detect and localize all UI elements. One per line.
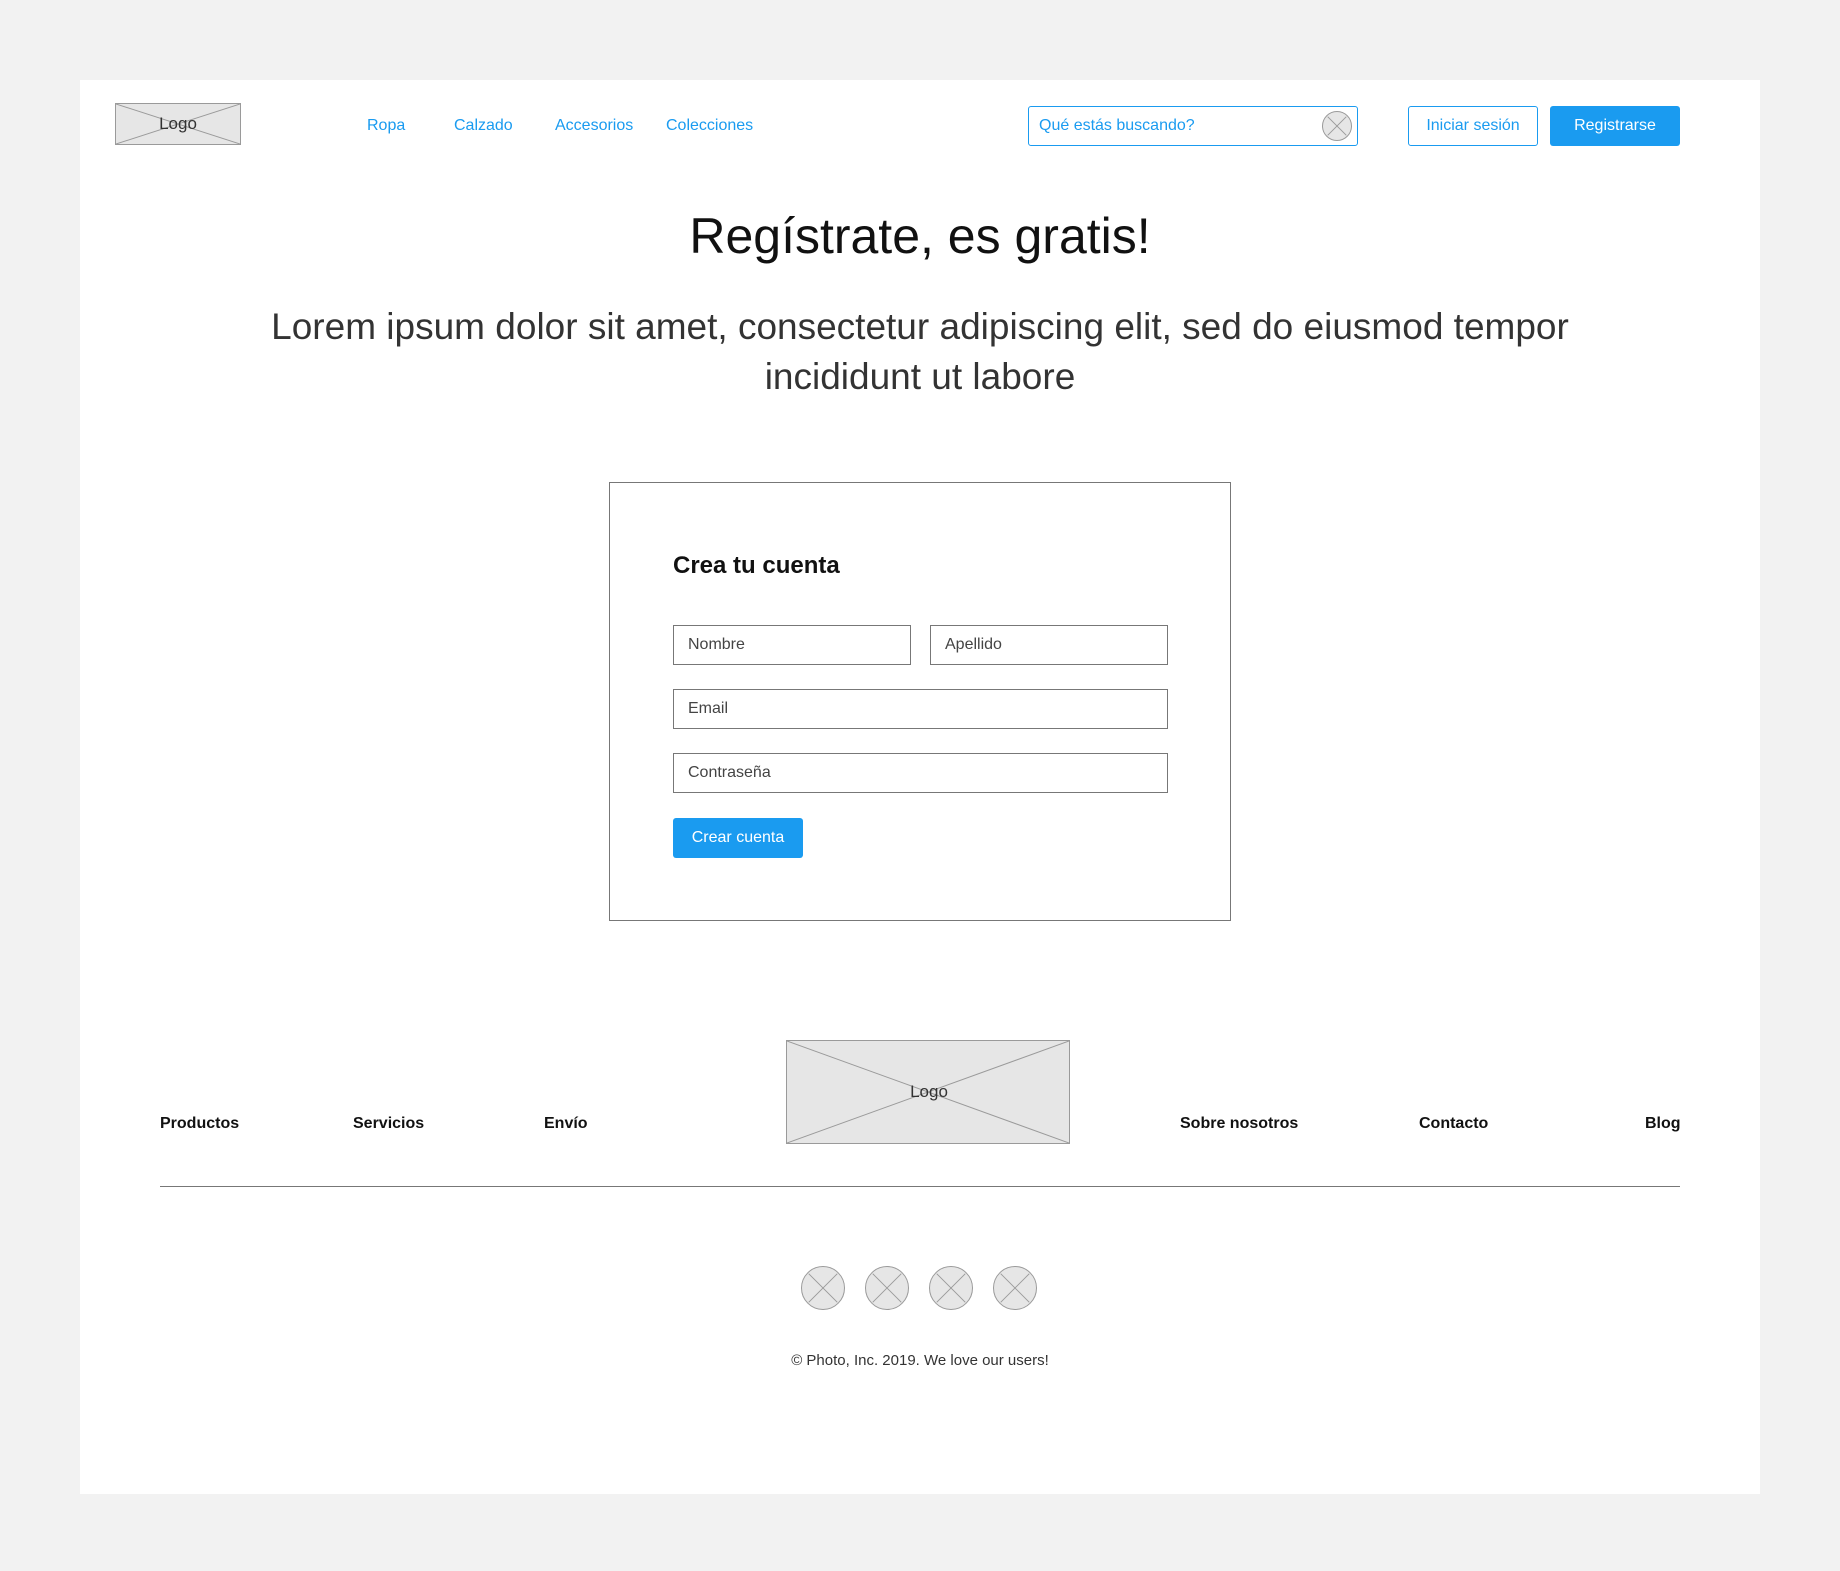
password-input[interactable] [674,754,1167,792]
email-field [673,689,1168,729]
footer-logo-label: Logo [910,1082,948,1101]
password-field [673,753,1168,793]
form-title: Crea tu cuenta [673,552,840,579]
first-name-input[interactable] [674,626,910,664]
social-icon-4[interactable] [993,1266,1037,1310]
page-title: Regístrate, es gratis! [689,208,1151,264]
page-subtitle: Lorem ipsum dolor sit amet, consectetur … [271,306,1569,397]
email-input[interactable] [674,690,1167,728]
footer-link-productos[interactable]: Productos [160,1114,239,1134]
footer-link-servicios[interactable]: Servicios [353,1114,424,1134]
header-logo[interactable]: Logo [115,103,241,145]
search-box [1028,106,1358,146]
search-input[interactable] [1039,107,1309,145]
last-name-field [930,625,1168,665]
footer-link-sobre-nosotros[interactable]: Sobre nosotros [1180,1114,1298,1134]
footer-link-contacto[interactable]: Contacto [1419,1114,1488,1134]
nav-colecciones[interactable]: Colecciones [666,116,753,136]
social-icon-1[interactable] [801,1266,845,1310]
footer-divider [160,1186,1680,1187]
last-name-input[interactable] [931,626,1167,664]
social-icon-3[interactable] [929,1266,973,1310]
signup-button[interactable]: Registrarse [1550,106,1680,146]
signup-form-card: Crea tu cuenta Crear cuenta [609,482,1231,921]
search-clear-icon[interactable] [1322,111,1352,141]
social-icon-2[interactable] [865,1266,909,1310]
footer-link-blog[interactable]: Blog [1645,1114,1681,1134]
footer-logo[interactable]: Logo [786,1040,1070,1144]
page-frame: Logo Ropa Calzado Accesorios Colecciones… [80,80,1760,1494]
footer-link-envio[interactable]: Envío [544,1114,588,1134]
nav-ropa[interactable]: Ropa [367,116,405,136]
copyright-text: © Photo, Inc. 2019. We love our users! [791,1352,1049,1369]
login-button[interactable]: Iniciar sesión [1408,106,1538,146]
nav-calzado[interactable]: Calzado [454,116,513,136]
create-account-button[interactable]: Crear cuenta [673,818,803,858]
header-logo-label: Logo [159,114,197,133]
nav-accesorios[interactable]: Accesorios [555,116,633,136]
first-name-field [673,625,911,665]
